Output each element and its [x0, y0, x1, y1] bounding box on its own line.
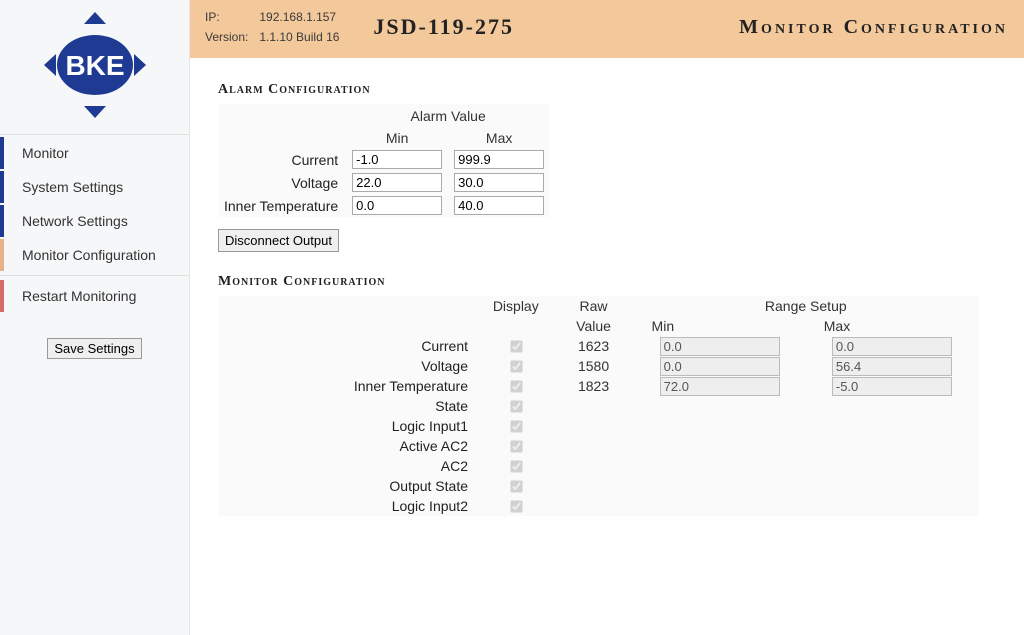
nav-item-restart-monitoring[interactable]: Restart Monitoring — [0, 280, 189, 312]
monitor-range-max-input[interactable] — [832, 337, 952, 356]
sidebar-nav: MonitorSystem SettingsNetwork SettingsMo… — [0, 134, 189, 314]
nav-item-monitor-configuration[interactable]: Monitor Configuration — [0, 239, 189, 271]
monitor-row-label: Current — [218, 336, 478, 356]
alarm-row: Inner Temperature — [218, 194, 550, 217]
monitor-raw-value: 1823 — [554, 376, 634, 396]
monitor-raw-value — [554, 396, 634, 416]
monitor-row-label: Inner Temperature — [218, 376, 478, 396]
monitor-display-checkbox[interactable] — [510, 480, 522, 492]
alarm-max-header: Max — [448, 128, 550, 148]
monitor-row: Logic Input1 — [218, 416, 978, 436]
monitor-raw-value — [554, 416, 634, 436]
monitor-range-min-input[interactable] — [660, 337, 780, 356]
monitor-range-max-input[interactable] — [832, 357, 952, 376]
monitor-row: Voltage 1580 — [218, 356, 978, 376]
sidebar: BKE MonitorSystem SettingsNetwork Settin… — [0, 0, 190, 635]
alarm-max-input[interactable] — [454, 173, 544, 192]
monitor-range-min-input[interactable] — [660, 377, 780, 396]
monitor-raw-header: Raw — [554, 296, 634, 316]
monitor-display-checkbox[interactable] — [510, 360, 522, 372]
monitor-row: Inner Temperature 1823 — [218, 376, 978, 396]
monitor-row-label: AC2 — [218, 456, 478, 476]
monitor-raw-value — [554, 496, 634, 516]
monitor-display-checkbox[interactable] — [510, 380, 522, 392]
monitor-row: Current 1623 — [218, 336, 978, 356]
monitor-row-label: Logic Input1 — [218, 416, 478, 436]
alarm-value-header: Alarm Value — [346, 104, 550, 128]
monitor-row-label: Output State — [218, 476, 478, 496]
alarm-row-label: Voltage — [218, 171, 346, 194]
alarm-row-label: Inner Temperature — [218, 194, 346, 217]
alarm-table: Alarm Value Min Max CurrentVoltageInner … — [218, 104, 550, 217]
alarm-row: Voltage — [218, 171, 550, 194]
save-settings-button[interactable]: Save Settings — [47, 338, 141, 359]
monitor-row-label: State — [218, 396, 478, 416]
ip-value: 192.168.1.157 — [258, 8, 347, 26]
alarm-max-input[interactable] — [454, 196, 544, 215]
alarm-section-title: Alarm Configuration — [218, 82, 996, 98]
monitor-display-checkbox[interactable] — [510, 460, 522, 472]
monitor-range-min-input[interactable] — [660, 357, 780, 376]
monitor-max-subheader: Max — [806, 316, 978, 336]
monitor-display-checkbox[interactable] — [510, 440, 522, 452]
monitor-range-header: Range Setup — [634, 296, 978, 316]
monitor-row-label: Voltage — [218, 356, 478, 376]
monitor-display-header: Display — [478, 296, 554, 316]
alarm-min-input[interactable] — [352, 173, 442, 192]
monitor-display-checkbox[interactable] — [510, 340, 522, 352]
brand-logo: BKE — [0, 4, 189, 134]
alarm-max-input[interactable] — [454, 150, 544, 169]
monitor-raw-value: 1580 — [554, 356, 634, 376]
monitor-display-checkbox[interactable] — [510, 420, 522, 432]
nav-item-network-settings[interactable]: Network Settings — [0, 205, 189, 237]
monitor-min-subheader: Min — [634, 316, 806, 336]
page-header: IP: 192.168.1.157 Version: 1.1.10 Build … — [190, 0, 1024, 58]
version-value: 1.1.10 Build 16 — [258, 28, 347, 46]
monitor-raw-value — [554, 436, 634, 456]
monitor-display-checkbox[interactable] — [510, 400, 522, 412]
alarm-row-label: Current — [218, 148, 346, 171]
monitor-row: Output State — [218, 476, 978, 496]
monitor-row: Logic Input2 — [218, 496, 978, 516]
page-title: Monitor Configuration — [739, 16, 1008, 39]
monitor-raw-value — [554, 456, 634, 476]
monitor-row: AC2 — [218, 456, 978, 476]
monitor-section-title: Monitor Configuration — [218, 274, 996, 290]
nav-item-system-settings[interactable]: System Settings — [0, 171, 189, 203]
monitor-display-checkbox[interactable] — [510, 500, 522, 512]
monitor-row: Active AC2 — [218, 436, 978, 456]
alarm-min-input[interactable] — [352, 196, 442, 215]
device-info: IP: 192.168.1.157 Version: 1.1.10 Build … — [202, 6, 349, 48]
alarm-row: Current — [218, 148, 550, 171]
monitor-raw-value: 1623 — [554, 336, 634, 356]
ip-label: IP: — [204, 8, 256, 26]
monitor-raw-value — [554, 476, 634, 496]
nav-item-monitor[interactable]: Monitor — [0, 137, 189, 169]
monitor-range-max-input[interactable] — [832, 377, 952, 396]
alarm-min-input[interactable] — [352, 150, 442, 169]
monitor-table: Display Raw Range Setup Value Min Max Cu… — [218, 296, 978, 516]
disconnect-output-button[interactable]: Disconnect Output — [218, 229, 339, 252]
alarm-min-header: Min — [346, 128, 448, 148]
monitor-row-label: Logic Input2 — [218, 496, 478, 516]
version-label: Version: — [204, 28, 256, 46]
monitor-row: State — [218, 396, 978, 416]
model-number: JSD-119-275 — [373, 14, 514, 40]
monitor-value-subheader: Value — [554, 316, 634, 336]
monitor-row-label: Active AC2 — [218, 436, 478, 456]
svg-text:BKE: BKE — [65, 50, 124, 81]
